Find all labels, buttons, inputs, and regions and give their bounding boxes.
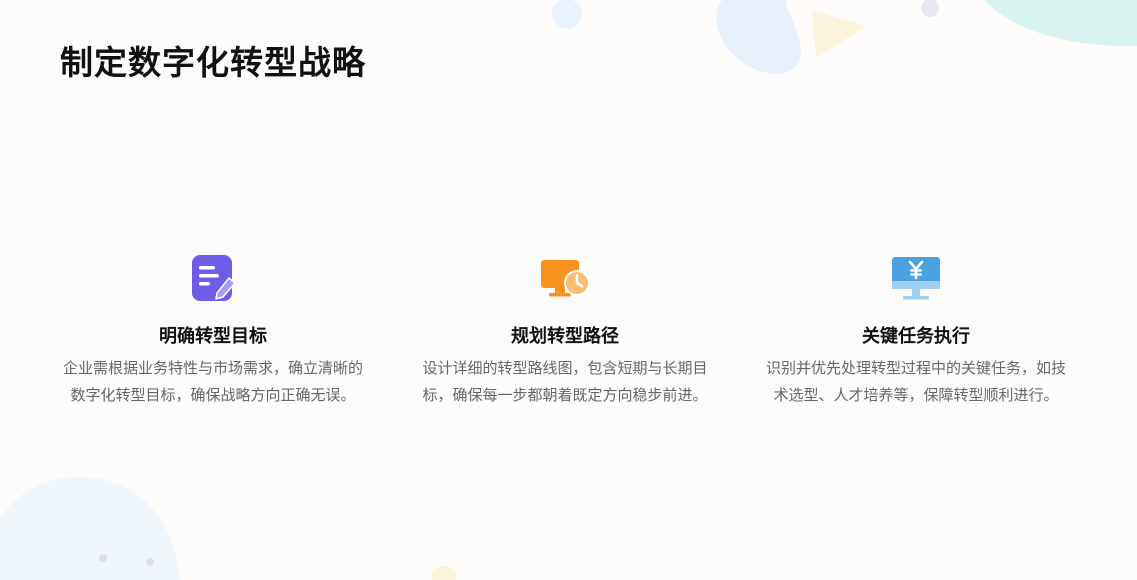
grey-dot-shape: [921, 0, 939, 17]
feature-description: 企业需根据业务特性与市场需求，确立清晰的数字化转型目标，确保战略方向正确无误。: [62, 359, 363, 404]
blue-blob-shape: [716, 0, 801, 74]
feature-title: 关键任务执行: [862, 326, 970, 347]
feature-card-path: 规划转型路径 设计详细的转型路线图，包含短期与长期目标，确保每一步都朝着既定方向…: [410, 252, 720, 409]
feature-description: 设计详细的转型路线图，包含短期与长期目标，确保每一步都朝着既定方向稳步前进。: [422, 359, 708, 404]
teal-blob-shape: [985, 0, 1137, 47]
page-title: 制定数字化转型战略: [60, 43, 366, 82]
monitor-clock-icon: [541, 260, 590, 297]
bottom-yellow-blob-shape: [431, 566, 457, 580]
bottom-dot-1-shape: [99, 554, 107, 562]
feature-description: 识别并优先处理转型过程中的关键任务，如技术选型、人才培养等，保障转型顺利进行。: [765, 359, 1066, 404]
small-blue-dot-shape: [552, 0, 582, 29]
monitor-yuan-icon: [892, 257, 940, 300]
feature-title: 规划转型路径: [511, 326, 619, 347]
edit-document-icon: [192, 255, 236, 301]
bottom-dot-2-shape: [146, 558, 154, 566]
feature-card-goals: 明确转型目标 企业需根据业务特性与市场需求，确立清晰的数字化转型目标，确保战略方…: [58, 252, 368, 409]
feature-card-execution: 关键任务执行 识别并优先处理转型过程中的关键任务，如技术选型、人才培养等，保障转…: [761, 252, 1071, 409]
feature-title: 明确转型目标: [159, 326, 267, 347]
yellow-triangle-shape: [812, 10, 866, 58]
